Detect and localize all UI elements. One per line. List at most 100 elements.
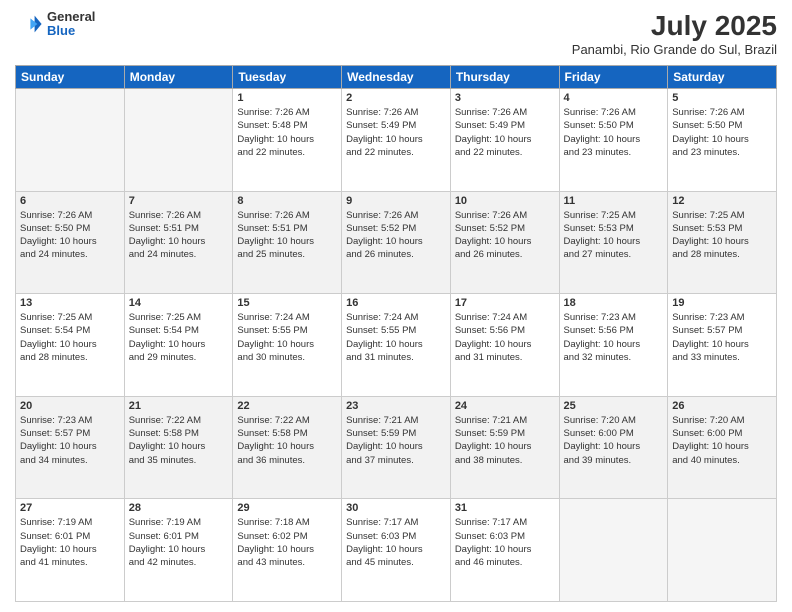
day-number: 11 xyxy=(564,195,664,207)
day-info: Sunrise: 7:19 AM Sunset: 6:01 PM Dayligh… xyxy=(129,516,229,569)
header: General Blue July 2025 Panambi, Rio Gran… xyxy=(15,10,777,57)
weekday-header-saturday: Saturday xyxy=(668,66,777,89)
day-number: 25 xyxy=(564,400,664,412)
day-info: Sunrise: 7:26 AM Sunset: 5:50 PM Dayligh… xyxy=(564,106,664,159)
day-number: 27 xyxy=(20,502,120,514)
day-number: 16 xyxy=(346,297,446,309)
day-cell: 5 Sunrise: 7:26 AM Sunset: 5:50 PM Daylig… xyxy=(668,89,777,192)
day-cell: 22 Sunrise: 7:22 AM Sunset: 5:58 PM Dayli… xyxy=(233,396,342,499)
day-cell: 31 Sunrise: 7:17 AM Sunset: 6:03 PM Dayli… xyxy=(450,499,559,602)
week-row-4: 20 Sunrise: 7:23 AM Sunset: 5:57 PM Dayli… xyxy=(16,396,777,499)
logo-general: General xyxy=(47,10,95,24)
weekday-header-monday: Monday xyxy=(124,66,233,89)
day-cell xyxy=(16,89,125,192)
day-info: Sunrise: 7:23 AM Sunset: 5:57 PM Dayligh… xyxy=(672,311,772,364)
week-row-1: 1 Sunrise: 7:26 AM Sunset: 5:48 PM Daylig… xyxy=(16,89,777,192)
day-cell: 29Sunrise: 7:18 AM Sunset: 6:02 PM Dayli… xyxy=(233,499,342,602)
day-cell: 20 Sunrise: 7:23 AM Sunset: 5:57 PM Dayli… xyxy=(16,396,125,499)
day-info: Sunrise: 7:26 AM Sunset: 5:48 PM Dayligh… xyxy=(237,106,337,159)
day-info: Sunrise: 7:22 AM Sunset: 5:58 PM Dayligh… xyxy=(237,414,337,467)
day-cell: 26Sunrise: 7:20 AM Sunset: 6:00 PM Dayli… xyxy=(668,396,777,499)
day-cell: 3Sunrise: 7:26 AM Sunset: 5:49 PM Daylig… xyxy=(450,89,559,192)
day-number: 13 xyxy=(20,297,120,309)
day-number: 22 xyxy=(237,400,337,412)
day-cell: 19 Sunrise: 7:23 AM Sunset: 5:57 PM Dayli… xyxy=(668,294,777,397)
weekday-header-thursday: Thursday xyxy=(450,66,559,89)
day-number: 4 xyxy=(564,92,664,104)
day-cell: 27Sunrise: 7:19 AM Sunset: 6:01 PM Dayli… xyxy=(16,499,125,602)
day-number: 8 xyxy=(237,195,337,207)
day-number: 7 xyxy=(129,195,229,207)
day-number: 21 xyxy=(129,400,229,412)
day-info: Sunrise: 7:26 AM Sunset: 5:50 PM Dayligh… xyxy=(672,106,772,159)
day-number: 18 xyxy=(564,297,664,309)
day-cell: 14 Sunrise: 7:25 AM Sunset: 5:54 PM Dayli… xyxy=(124,294,233,397)
day-number: 17 xyxy=(455,297,555,309)
page: General Blue July 2025 Panambi, Rio Gran… xyxy=(0,0,792,612)
day-number: 31 xyxy=(455,502,555,514)
day-info: Sunrise: 7:22 AM Sunset: 5:58 PM Dayligh… xyxy=(129,414,229,467)
day-info: Sunrise: 7:26 AM Sunset: 5:51 PM Dayligh… xyxy=(237,209,337,262)
day-number: 6 xyxy=(20,195,120,207)
logo-icon xyxy=(15,10,43,38)
day-cell xyxy=(668,499,777,602)
day-number: 28 xyxy=(129,502,229,514)
day-cell: 2 Sunrise: 7:26 AM Sunset: 5:49 PM Daylig… xyxy=(342,89,451,192)
day-number: 24 xyxy=(455,400,555,412)
weekday-header-sunday: Sunday xyxy=(16,66,125,89)
day-info: Sunrise: 7:24 AM Sunset: 5:56 PM Dayligh… xyxy=(455,311,555,364)
week-row-3: 13 Sunrise: 7:25 AM Sunset: 5:54 PM Dayli… xyxy=(16,294,777,397)
day-number: 12 xyxy=(672,195,772,207)
day-number: 14 xyxy=(129,297,229,309)
day-cell: 24Sunrise: 7:21 AM Sunset: 5:59 PM Dayli… xyxy=(450,396,559,499)
day-cell: 12 Sunrise: 7:25 AM Sunset: 5:53 PM Dayli… xyxy=(668,191,777,294)
day-info: Sunrise: 7:24 AM Sunset: 5:55 PM Dayligh… xyxy=(237,311,337,364)
location: Panambi, Rio Grande do Sul, Brazil xyxy=(572,42,777,57)
day-info: Sunrise: 7:23 AM Sunset: 5:57 PM Dayligh… xyxy=(20,414,120,467)
day-cell: 15 Sunrise: 7:24 AM Sunset: 5:55 PM Dayli… xyxy=(233,294,342,397)
day-number: 19 xyxy=(672,297,772,309)
day-info: Sunrise: 7:25 AM Sunset: 5:54 PM Dayligh… xyxy=(20,311,120,364)
day-info: Sunrise: 7:20 AM Sunset: 6:00 PM Dayligh… xyxy=(672,414,772,467)
weekday-header-tuesday: Tuesday xyxy=(233,66,342,89)
day-number: 15 xyxy=(237,297,337,309)
day-info: Sunrise: 7:25 AM Sunset: 5:53 PM Dayligh… xyxy=(672,209,772,262)
day-cell: 11 Sunrise: 7:25 AM Sunset: 5:53 PM Dayli… xyxy=(559,191,668,294)
title-block: July 2025 Panambi, Rio Grande do Sul, Br… xyxy=(572,10,777,57)
calendar: SundayMondayTuesdayWednesdayThursdayFrid… xyxy=(15,65,777,602)
day-cell: 6 Sunrise: 7:26 AM Sunset: 5:50 PM Daylig… xyxy=(16,191,125,294)
day-info: Sunrise: 7:26 AM Sunset: 5:49 PM Dayligh… xyxy=(346,106,446,159)
day-info: Sunrise: 7:20 AM Sunset: 6:00 PM Dayligh… xyxy=(564,414,664,467)
weekday-header-friday: Friday xyxy=(559,66,668,89)
day-cell xyxy=(559,499,668,602)
day-cell: 25 Sunrise: 7:20 AM Sunset: 6:00 PM Dayli… xyxy=(559,396,668,499)
day-info: Sunrise: 7:21 AM Sunset: 5:59 PM Dayligh… xyxy=(346,414,446,467)
day-number: 1 xyxy=(237,92,337,104)
weekday-header-row: SundayMondayTuesdayWednesdayThursdayFrid… xyxy=(16,66,777,89)
day-cell xyxy=(124,89,233,192)
week-row-5: 27 Sunrise: 7:19 AM Sunset: 6:01 PM Dayli… xyxy=(16,499,777,602)
day-number: 2 xyxy=(346,92,446,104)
logo: General Blue xyxy=(15,10,95,39)
day-number: 10 xyxy=(455,195,555,207)
day-info: Sunrise: 7:23 AM Sunset: 5:56 PM Dayligh… xyxy=(564,311,664,364)
day-cell: 17 Sunrise: 7:24 AM Sunset: 5:56 PM Dayli… xyxy=(450,294,559,397)
day-number: 23 xyxy=(346,400,446,412)
day-info: Sunrise: 7:25 AM Sunset: 5:53 PM Dayligh… xyxy=(564,209,664,262)
day-info: Sunrise: 7:26 AM Sunset: 5:51 PM Dayligh… xyxy=(129,209,229,262)
logo-text: General Blue xyxy=(47,10,95,39)
day-info: Sunrise: 7:17 AM Sunset: 6:03 PM Dayligh… xyxy=(346,516,446,569)
day-cell: 23 Sunrise: 7:21 AM Sunset: 5:59 PM Dayli… xyxy=(342,396,451,499)
day-info: Sunrise: 7:25 AM Sunset: 5:54 PM Dayligh… xyxy=(129,311,229,364)
day-cell: 9Sunrise: 7:26 AM Sunset: 5:52 PM Daylig… xyxy=(342,191,451,294)
day-number: 5 xyxy=(672,92,772,104)
day-number: 20 xyxy=(20,400,120,412)
logo-blue: Blue xyxy=(47,24,95,38)
day-info: Sunrise: 7:17 AM Sunset: 6:03 PM Dayligh… xyxy=(455,516,555,569)
day-cell: 10Sunrise: 7:26 AM Sunset: 5:52 PM Dayli… xyxy=(450,191,559,294)
day-cell: 7 Sunrise: 7:26 AM Sunset: 5:51 PM Daylig… xyxy=(124,191,233,294)
day-cell: 1 Sunrise: 7:26 AM Sunset: 5:48 PM Daylig… xyxy=(233,89,342,192)
day-number: 3 xyxy=(455,92,555,104)
day-info: Sunrise: 7:26 AM Sunset: 5:50 PM Dayligh… xyxy=(20,209,120,262)
day-info: Sunrise: 7:26 AM Sunset: 5:52 PM Dayligh… xyxy=(346,209,446,262)
